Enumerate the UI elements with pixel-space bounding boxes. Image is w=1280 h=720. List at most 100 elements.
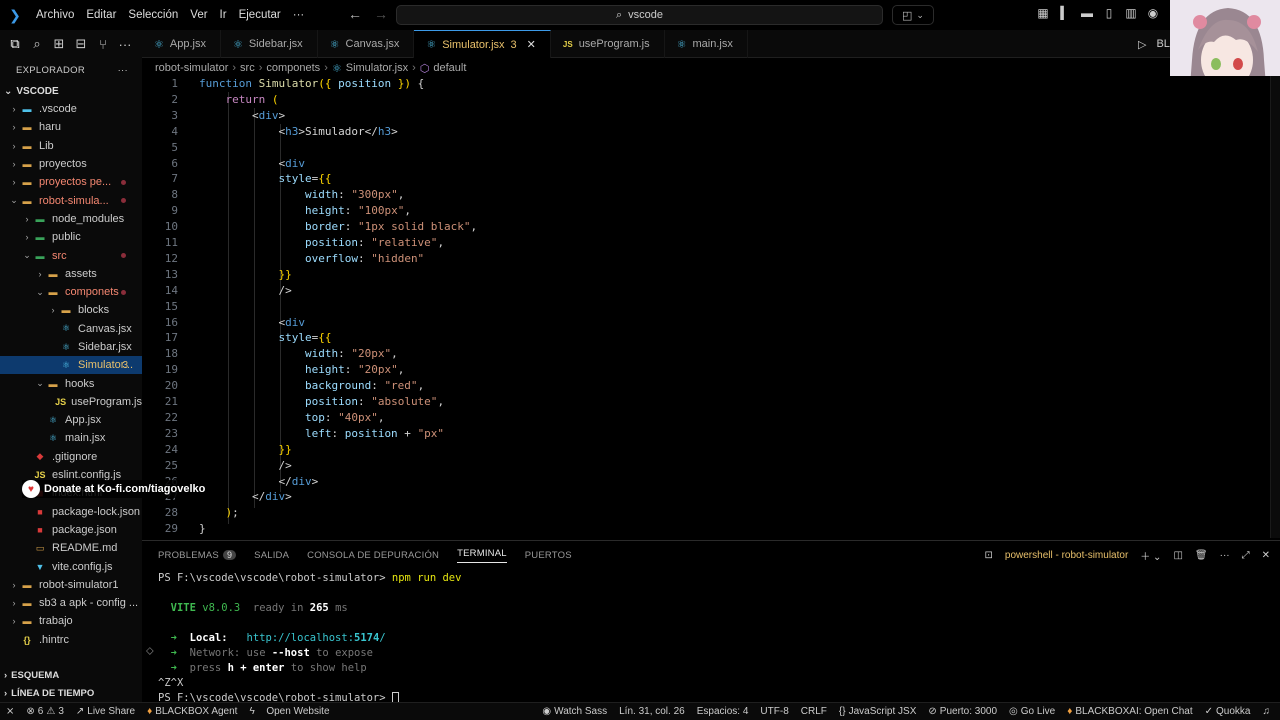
run-icon[interactable]: ▷: [1138, 38, 1146, 51]
go-live-button[interactable]: ◎ Go Live: [1003, 706, 1061, 717]
tab-simulator-jsx[interactable]: ⚛ Simulator.jsx 3 ✕: [414, 30, 551, 58]
extensions-icon[interactable]: ⊞: [52, 36, 66, 52]
breadcrumb-item[interactable]: default: [433, 62, 466, 74]
tab-debug-console[interactable]: CONSOLA DE DEPURACIÓN: [307, 550, 439, 561]
terminal-shell-label[interactable]: powershell - robot-simulator: [1005, 550, 1128, 561]
tree-item[interactable]: ◆ .gitignore: [0, 448, 142, 466]
port-status[interactable]: ⊘ Puerto: 3000: [922, 706, 1003, 717]
watch-sass-button[interactable]: ◉ Watch Sass: [536, 706, 613, 717]
terminal-output[interactable]: PS F:\vscode\vscode\robot-simulator> npm…: [158, 571, 461, 706]
maximize-panel-icon[interactable]: ⤢: [1242, 550, 1250, 561]
explorer-more-icon[interactable]: ···: [118, 65, 128, 76]
menu-editar[interactable]: Editar: [80, 9, 122, 21]
explorer-icon[interactable]: ⧉: [8, 36, 22, 52]
accounts-icon[interactable]: ◉: [1146, 6, 1160, 20]
tree-item[interactable]: ⌄ ▬ src: [0, 246, 142, 264]
outline-section[interactable]: › ESQUEMA: [0, 666, 142, 684]
split-layout-icon[interactable]: ▥: [1124, 6, 1138, 20]
close-panel-icon[interactable]: ✕: [1262, 550, 1270, 561]
language-mode[interactable]: {} JavaScript JSX: [833, 706, 923, 717]
split-terminal-icon[interactable]: ◫: [1173, 550, 1182, 561]
open-website-button[interactable]: ϟ Open Website: [243, 706, 335, 717]
tree-item[interactable]: ⌄ ▬ hooks: [0, 374, 142, 392]
panel-more-icon[interactable]: ···: [1220, 550, 1230, 561]
tab-main-jsx[interactable]: ⚛ main.jsx: [665, 30, 748, 58]
tab-output[interactable]: SALIDA: [254, 550, 289, 561]
tree-item[interactable]: ⌄ ▬ componets: [0, 283, 142, 301]
back-arrow-icon[interactable]: ←: [348, 6, 362, 22]
tab-problems[interactable]: PROBLEMAS 9: [158, 549, 237, 561]
workspace-root[interactable]: ⌄ VSCODE: [0, 82, 142, 100]
search-icon[interactable]: ⌕: [30, 36, 44, 52]
local-url[interactable]: http://localhost:5174/: [247, 632, 386, 644]
tree-item[interactable]: ⚛ Simulator... 3: [0, 356, 142, 375]
tab-app-jsx[interactable]: ⚛ App.jsx: [142, 30, 221, 58]
remote-icon[interactable]: ⨯: [0, 706, 20, 717]
breadcrumb-item[interactable]: robot-simulator: [155, 62, 228, 74]
toggle-secondary-sidebar-icon[interactable]: ▯: [1102, 6, 1116, 20]
tree-item[interactable]: › ▬ proyectos pe...: [0, 173, 142, 191]
tree-item[interactable]: ⚛ Canvas.jsx: [0, 320, 142, 338]
tree-item[interactable]: ⌄ ▬ robot-simula...: [0, 191, 142, 209]
code-editor[interactable]: 1 function Simulator({ position }) {2 ret…: [142, 76, 1270, 538]
command-center-search[interactable]: ⌕ vscode: [396, 5, 883, 25]
tree-item[interactable]: › ▬ robot-simulator1: [0, 576, 142, 594]
layout-icon[interactable]: ▦: [1036, 6, 1050, 20]
tree-item[interactable]: › ▬ Lib: [0, 137, 142, 155]
tree-item[interactable]: › ▬ public: [0, 228, 142, 246]
menu-seleccion[interactable]: Selección: [122, 9, 184, 21]
tree-item[interactable]: ⚛ Sidebar.jsx: [0, 338, 142, 356]
more-icon[interactable]: ···: [118, 37, 132, 52]
menu-ver[interactable]: Ver: [184, 9, 213, 21]
tree-item[interactable]: › ▬ proyectos: [0, 155, 142, 173]
source-control-icon[interactable]: ⑂: [96, 37, 110, 52]
tree-item[interactable]: ■ package.json: [0, 521, 142, 539]
problems-status[interactable]: ⊗ 6 ⚠ 3: [20, 706, 69, 717]
cursor-position[interactable]: Lín. 31, col. 26: [613, 706, 691, 717]
forward-arrow-icon[interactable]: →: [374, 6, 388, 22]
tree-item[interactable]: › ▬ sb3 a apk - config ...: [0, 594, 142, 612]
menu-more[interactable]: ···: [287, 9, 311, 21]
toggle-sidebar-icon[interactable]: ▍: [1058, 6, 1072, 20]
breadcrumb-item[interactable]: src: [240, 62, 255, 74]
run-debug-icon[interactable]: ⊟: [74, 36, 88, 52]
editor-action-label[interactable]: BL: [1156, 38, 1169, 51]
toggle-panel-icon[interactable]: ▬: [1080, 6, 1094, 20]
indentation[interactable]: Espacios: 4: [691, 706, 755, 717]
tree-item[interactable]: › ▬ node_modules: [0, 210, 142, 228]
tab-useprogram-js[interactable]: JS useProgram.js: [551, 30, 665, 58]
quokka-button[interactable]: ✓ Quokka: [1199, 706, 1257, 717]
line-ending[interactable]: CRLF: [795, 706, 833, 717]
tab-sidebar-jsx[interactable]: ⚛ Sidebar.jsx: [221, 30, 318, 58]
tree-item[interactable]: › ▬ blocks: [0, 301, 142, 319]
tree-item[interactable]: {} .hintrc: [0, 631, 142, 649]
live-share-button[interactable]: ↗ Live Share: [70, 706, 141, 717]
breadcrumb-item[interactable]: componets: [266, 62, 320, 74]
tree-item[interactable]: › ▬ .vscode: [0, 100, 142, 118]
kill-terminal-icon[interactable]: 🗑: [1195, 550, 1208, 561]
tree-item[interactable]: ⚛ main.jsx: [0, 429, 142, 447]
notifications-bell-icon[interactable]: ♫: [1257, 706, 1277, 717]
tree-item[interactable]: ▼ vite.config.js: [0, 557, 142, 575]
menu-ejecutar[interactable]: Ejecutar: [233, 9, 287, 21]
tab-canvas-jsx[interactable]: ⚛ Canvas.jsx: [318, 30, 415, 58]
tree-item[interactable]: › ▬ assets: [0, 265, 142, 283]
copilot-button[interactable]: ◰ ⌄: [892, 5, 934, 25]
blackbox-chat-button[interactable]: ♦ BLACKBOXAI: Open Chat: [1061, 706, 1198, 717]
tree-item[interactable]: › ▬ haru: [0, 118, 142, 136]
new-terminal-icon[interactable]: ＋ ⌄: [1140, 548, 1161, 563]
tree-item[interactable]: ⚛ App.jsx: [0, 411, 142, 429]
blackbox-agent-button[interactable]: ♦ BLACKBOX Agent: [141, 706, 243, 717]
close-icon[interactable]: ✕: [527, 38, 536, 51]
breadcrumb-item[interactable]: Simulator.jsx: [346, 62, 408, 74]
tab-ports[interactable]: PUERTOS: [525, 550, 572, 561]
tree-item[interactable]: ▭ README.md: [0, 539, 142, 557]
editor-scrollbar[interactable]: [1270, 76, 1280, 538]
tree-item[interactable]: › ▬ trabajo: [0, 612, 142, 630]
timeline-section[interactable]: › LÍNEA DE TIEMPO: [0, 684, 142, 702]
menu-ir[interactable]: Ir: [214, 9, 233, 21]
tree-item[interactable]: JS useProgram.js: [0, 393, 142, 411]
encoding[interactable]: UTF-8: [754, 706, 794, 717]
menu-archivo[interactable]: Archivo: [30, 9, 80, 21]
tree-item[interactable]: ■ package-lock.json: [0, 503, 142, 521]
